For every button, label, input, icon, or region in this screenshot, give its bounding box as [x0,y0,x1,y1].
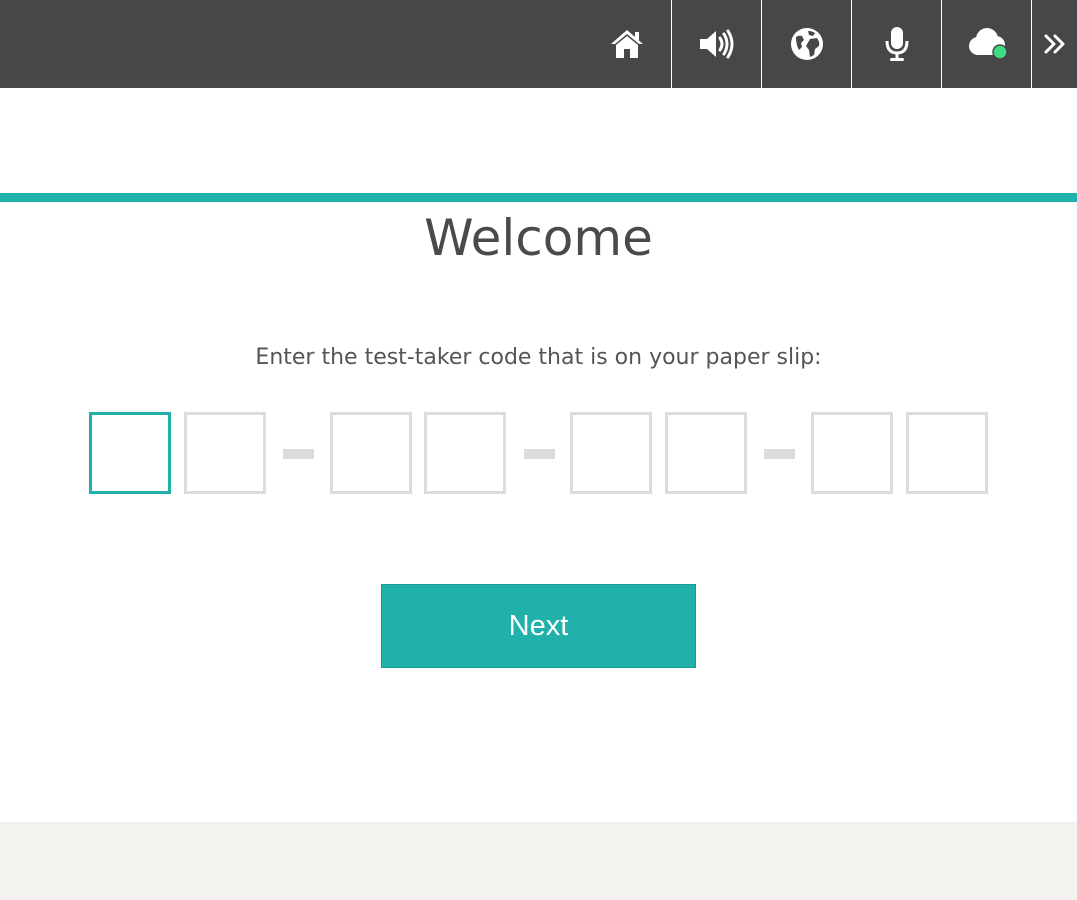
footer [0,822,1077,900]
expand-toolbar-button[interactable] [1032,0,1077,88]
microphone-icon [885,27,908,61]
home-button[interactable] [582,0,671,88]
volume-icon [699,29,733,59]
code-separator-dash [524,449,555,459]
code-digit-input-2[interactable] [184,412,266,494]
code-separator-dash [283,449,314,459]
code-digit-input-4[interactable] [424,412,506,494]
code-prompt: Enter the test-taker code that is on you… [255,345,822,370]
code-digit-input-5[interactable] [570,412,652,494]
next-button[interactable]: Next [381,584,696,668]
code-digit-input-8[interactable] [906,412,988,494]
globe-icon [790,28,823,60]
language-button[interactable] [762,0,851,88]
home-icon [610,30,643,58]
accent-divider [0,193,1077,202]
microphone-button[interactable] [852,0,941,88]
page-title: Welcome [424,209,653,267]
code-digit-input-1[interactable] [89,412,171,494]
code-digit-input-6[interactable] [665,412,747,494]
connection-status-button[interactable] [942,0,1031,88]
double-chevron-right-icon [1044,34,1064,54]
code-digit-input-7[interactable] [811,412,893,494]
cloud-status-icon [968,28,1008,60]
code-digit-input-3[interactable] [330,412,412,494]
code-separator-dash [764,449,795,459]
page: Welcome Enter the test-taker code that i… [0,0,1077,900]
top-toolbar [0,0,1077,88]
volume-button[interactable] [672,0,761,88]
